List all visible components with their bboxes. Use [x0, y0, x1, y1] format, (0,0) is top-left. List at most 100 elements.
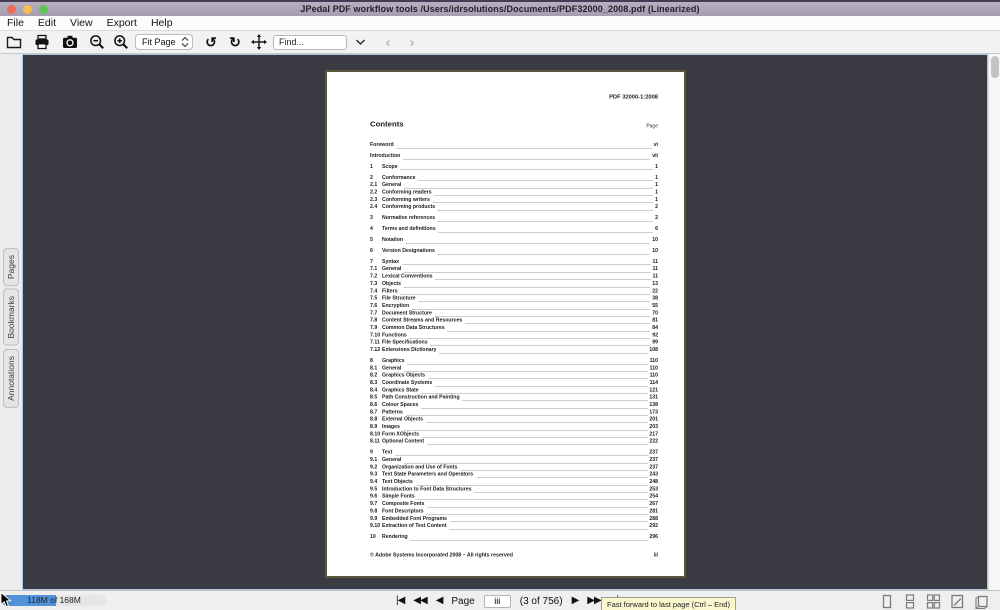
toc-leader-dots [450, 520, 647, 522]
toc-entry-page: 110 [650, 365, 658, 371]
page-number-input[interactable] [484, 595, 511, 608]
toc-entry: 4 Terms and definitions 6 [370, 226, 658, 233]
zoom-in-button[interactable] [113, 33, 129, 51]
status-bar: 118M of 168M |◀ ◀◀ ◀ Page (3 of 756) ▶ ▶… [0, 590, 1000, 610]
spec-header: PDF 32000-1:2008 [370, 94, 658, 101]
continuous-facing-mode-icon[interactable] [926, 594, 941, 609]
toc-entry: 9.8 Font Descriptors 281 [370, 508, 658, 515]
single-page-mode-icon[interactable] [880, 594, 894, 609]
vertical-scrollbar[interactable] [988, 54, 1000, 590]
zoom-mode-select[interactable]: Fit Page [135, 34, 193, 50]
scrollbar-thumb[interactable] [991, 56, 999, 78]
toc-entry: 8.1 General 110 [370, 365, 658, 372]
menu-item[interactable]: File [7, 17, 24, 29]
toc-entry: 8.4 Graphics State 121 [370, 387, 658, 394]
toc-entry-title: General [382, 365, 401, 371]
pan-tool-button[interactable] [251, 33, 267, 51]
chevron-down-icon [355, 38, 366, 46]
menu-item[interactable]: View [70, 17, 93, 29]
search-next-button[interactable]: › [404, 33, 420, 51]
zoom-out-button[interactable] [89, 33, 105, 51]
find-input[interactable] [273, 35, 347, 50]
toc-entry-title: Document Structure [382, 310, 432, 316]
page-count: (3 of 756) [520, 596, 563, 607]
toc-entry-number: 8.1 [370, 365, 382, 371]
menu-item[interactable]: Help [151, 17, 173, 29]
toc-leader-dots [427, 513, 648, 515]
toc-leader-dots [401, 293, 651, 295]
toc-leader-dots [404, 461, 647, 463]
toc-entry-title: Terms and definitions [382, 226, 436, 232]
toc-entry-title: Images [382, 424, 400, 430]
toc-entry-number: 7.3 [370, 281, 382, 287]
toc-entry-title: Lexical Conventions [382, 274, 433, 280]
sidebar-tab[interactable]: Pages [3, 248, 19, 286]
facing-mode-icon[interactable] [950, 594, 965, 609]
toc-entry: 9.3 Text State Parameters and Operators … [370, 472, 658, 479]
toc-entry-number: 7.8 [370, 318, 382, 324]
toc-entry-page: 11 [653, 259, 658, 265]
toc-entry-title: Scope [382, 164, 398, 170]
toc-entry-title: Path Construction and Painting [382, 395, 460, 401]
search-previous-button[interactable]: ‹ [380, 33, 396, 51]
pageflow-mode-icon[interactable] [974, 594, 990, 609]
toc-leader-dots [440, 351, 648, 353]
toc-entry: 7.1 General 11 [370, 266, 658, 273]
toc-entry-page: 11 [653, 266, 658, 272]
toc-entry-title: Composite Fonts [382, 501, 424, 507]
print-button[interactable] [34, 33, 50, 51]
continuous-mode-icon[interactable] [903, 594, 917, 609]
toc-leader-dots [428, 377, 648, 379]
toc-entry-title: File Structure [382, 296, 415, 302]
toc-entry-title: Notation [382, 237, 403, 243]
menu-bar: File Edit View Export Help [0, 16, 1000, 31]
toc-entry: 7.12 Extensions Dictionary 108 [370, 347, 658, 354]
toc-leader-dots [450, 527, 648, 529]
toc-leader-dots [404, 187, 653, 189]
toc-entry-page: 11 [653, 274, 658, 280]
fast-forward-button[interactable]: ▶▶ [587, 596, 600, 606]
snapshot-button[interactable] [62, 33, 78, 51]
toc-entry-title: Syntax [382, 259, 399, 265]
toc-leader-dots [436, 278, 651, 280]
toc-entry-number: 9.4 [370, 479, 382, 485]
find-dropdown-button[interactable] [352, 33, 368, 51]
toc-entry-number: 3 [370, 215, 382, 221]
toc-entry: 7.2 Lexical Conventions 11 [370, 274, 658, 281]
toc-entry-title: Version Designations [382, 248, 435, 254]
first-page-button[interactable]: |◀ [396, 596, 404, 606]
menu-item[interactable]: Export [107, 17, 137, 29]
previous-page-button[interactable]: ◀ [436, 596, 443, 606]
next-page-button[interactable]: ▶ [572, 596, 579, 606]
application-window: JPedal PDF workflow tools /Users/idrsolu… [0, 0, 1000, 610]
menu-item[interactable]: Edit [38, 17, 56, 29]
toc-entry: 7.5 File Structure 38 [370, 296, 658, 303]
toc-entry-number: 2.2 [370, 190, 382, 196]
open-button[interactable] [6, 33, 22, 51]
toc-entry-page: 222 [649, 439, 658, 445]
rewind-button[interactable]: ◀◀ [413, 596, 426, 606]
toc-leader-dots [422, 436, 647, 438]
toc-entry-page: 131 [649, 395, 658, 401]
toc-entry-page: 1 [655, 182, 658, 188]
toc-leader-dots [438, 209, 653, 211]
toc-entry-page: 281 [649, 508, 658, 514]
toc-entry: Foreword vi [370, 142, 658, 149]
toc-entry: 8.10 Form XObjects 217 [370, 431, 658, 438]
toc-entry-page: vi [654, 142, 658, 148]
toc-entry: 9.7 Composite Fonts 267 [370, 501, 658, 508]
toc-entry: 7 Syntax 11 [370, 259, 658, 266]
page-layout-buttons [880, 594, 990, 609]
sidebar-tab[interactable]: Annotations [3, 349, 19, 408]
toc-entry-number: 8.9 [370, 424, 382, 430]
toc-entry-page: 217 [649, 431, 658, 437]
camera-icon [62, 34, 78, 50]
rotate-ccw-button[interactable]: ↺ [203, 33, 219, 51]
toc-entry-title: General [382, 457, 401, 463]
rotate-cw-button[interactable]: ↻ [227, 33, 243, 51]
toc-entry-page: 237 [649, 457, 658, 463]
toc-entry-number: 9 [370, 450, 382, 456]
sidebar-tab[interactable]: Bookmarks [3, 289, 19, 346]
toc-entry-number: 7.2 [370, 274, 382, 280]
toc-entry-page: 10 [652, 248, 658, 254]
